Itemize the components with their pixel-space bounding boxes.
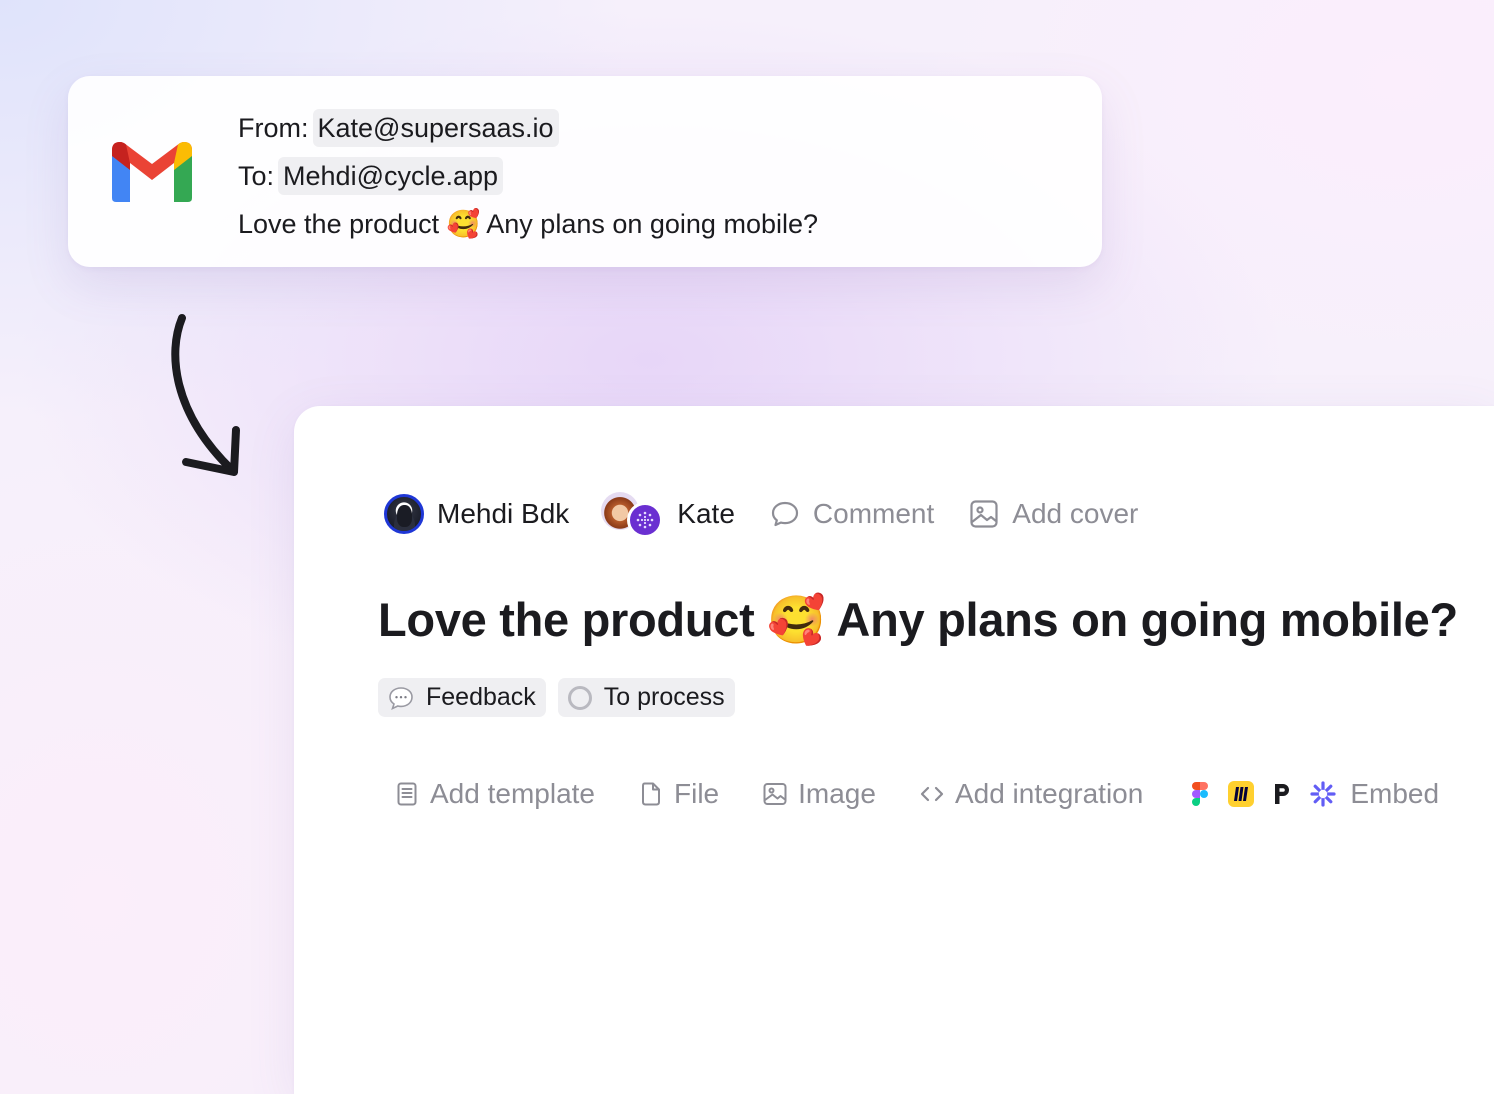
email-from-line: From: Kate@supersaas.io <box>238 104 818 152</box>
status-label: To process <box>603 683 725 711</box>
from-label: From: <box>238 112 309 143</box>
image-icon <box>970 500 998 528</box>
doc-meta-row: Mehdi Bdk Kate Comment Add cover <box>384 491 1138 538</box>
comment-button[interactable]: Comment <box>769 498 934 530</box>
image-icon <box>763 783 787 805</box>
loom-icon[interactable] <box>1310 781 1336 807</box>
customer-name: Kate <box>677 498 735 529</box>
customer-button[interactable]: Kate <box>601 492 735 538</box>
figma-icon[interactable] <box>1187 781 1213 807</box>
doc-type-label: Feedback <box>426 683 536 711</box>
to-label: To: <box>238 160 275 191</box>
comment-icon <box>771 501 799 527</box>
customer-avatar <box>601 492 664 538</box>
email-card: From: Kate@supersaas.io To: Mehdi@cycle.… <box>68 76 1102 267</box>
doc-tags: Feedback To process <box>378 678 735 717</box>
embed-label: Embed <box>1350 778 1440 809</box>
curved-arrow-icon <box>171 314 240 476</box>
speech-bubble-icon <box>389 686 413 710</box>
add-cover-label: Add cover <box>1012 498 1139 529</box>
comment-label: Comment <box>812 498 935 529</box>
file-icon <box>642 782 660 806</box>
gmail-icon <box>112 142 192 202</box>
assignee-name: Mehdi Bdk <box>437 498 570 529</box>
status-circle-icon <box>567 685 592 710</box>
add-template-label: Add template <box>430 778 595 809</box>
assignee-button[interactable]: Mehdi Bdk <box>384 494 569 534</box>
image-label: Image <box>798 778 876 809</box>
add-template-button[interactable]: Add template <box>394 778 595 810</box>
add-cover-button[interactable]: Add cover <box>968 498 1138 530</box>
doc-toolbar: Add template File Image Add integration <box>394 774 1439 814</box>
add-integration-button[interactable]: Add integration <box>919 778 1143 810</box>
to-address[interactable]: Mehdi@cycle.app <box>278 157 504 195</box>
integration-icons <box>1187 781 1336 807</box>
from-address[interactable]: Kate@supersaas.io <box>312 109 559 147</box>
file-button[interactable]: File <box>638 778 719 810</box>
pitch-icon[interactable] <box>1269 781 1295 807</box>
image-button[interactable]: Image <box>762 778 876 810</box>
template-icon <box>397 782 417 806</box>
doc-title[interactable]: Love the product 🥰 Any plans on going mo… <box>378 592 1458 648</box>
email-message: Love the product 🥰 Any plans on going mo… <box>238 209 818 239</box>
avatar <box>384 494 424 534</box>
cycle-logo-icon <box>627 502 664 538</box>
file-label: File <box>674 778 720 809</box>
code-brackets-icon <box>920 786 944 802</box>
doc-type-tag[interactable]: Feedback <box>378 678 546 717</box>
add-integration-label: Add integration <box>954 778 1144 809</box>
status-tag[interactable]: To process <box>557 678 735 717</box>
doc-panel: Mehdi Bdk Kate Comment Add cover Love th… <box>294 406 1494 1094</box>
miro-icon[interactable] <box>1228 781 1255 807</box>
email-to-line: To: Mehdi@cycle.app <box>238 152 818 200</box>
embed-button[interactable]: Embed <box>1350 778 1439 810</box>
